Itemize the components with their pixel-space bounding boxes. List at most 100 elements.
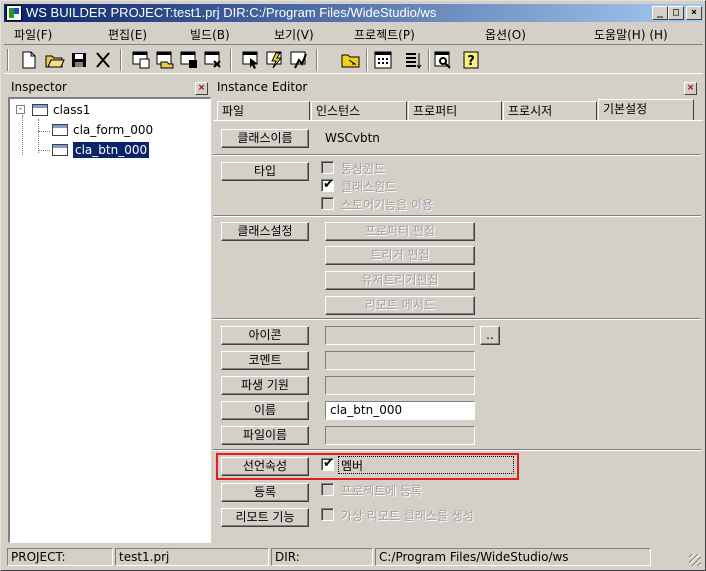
toolbar-separator — [316, 49, 318, 71]
declare-attribute-button[interactable]: 선언속성 — [221, 457, 309, 476]
menu-options[interactable]: 옵션(O) — [485, 26, 526, 43]
application-window: WS BUILDER PROJECT:test1.prj DIR:C:/Prog… — [0, 0, 706, 571]
maximize-button[interactable]: □ — [668, 6, 684, 20]
button-icon — [52, 144, 68, 156]
class-window-label: 클래스윈드 — [341, 180, 397, 194]
window-icon — [32, 104, 48, 116]
resize-grip-icon[interactable] — [689, 554, 701, 566]
tree-item-label: class1 — [53, 103, 91, 117]
close-button[interactable]: × — [686, 6, 702, 20]
tab-baseline — [213, 120, 703, 121]
tree-item-label: cla_form_000 — [73, 123, 154, 137]
store-function-checkbox[interactable] — [321, 197, 334, 210]
edit-trigger-button[interactable]: 트리거 편집 — [325, 246, 475, 265]
normal-window-label: 통상윈드 — [341, 162, 386, 176]
cut-scissors-icon[interactable] — [92, 49, 114, 71]
tree-collapse-icon[interactable]: - — [16, 105, 25, 114]
menu-file[interactable]: 파일(F) — [14, 26, 52, 43]
tab-basic-settings[interactable]: 기본설정 — [598, 99, 694, 121]
folder-open-icon[interactable] — [340, 49, 362, 71]
toolbar-separator — [120, 49, 122, 71]
open-folder-icon[interactable] — [44, 49, 66, 71]
status-dir-label: DIR: — [271, 548, 373, 566]
tab-procedure[interactable]: 프로시저 — [503, 101, 597, 121]
menu-project[interactable]: 프로젝트(P) — [354, 26, 415, 43]
register-project-label: 프로젝트에 등록 — [341, 484, 423, 498]
editor-close-icon[interactable]: × — [684, 82, 697, 95]
tree-item-label-selected: cla_btn_000 — [73, 142, 150, 158]
inspector-tree[interactable]: - class1 cla_form_000 cla_btn_000 — [8, 97, 211, 543]
select-arrow-icon[interactable] — [240, 49, 262, 71]
tree-item-class1[interactable]: class1 — [32, 101, 90, 119]
menu-bar: 파일(F) 편집(E) 빌드(B) 보기(V) 프로젝트(P) 옵션(O) 도움… — [4, 23, 703, 43]
status-project-value: test1.prj — [115, 548, 269, 566]
type-button[interactable]: 타입 — [221, 162, 309, 181]
toolbar-separator — [230, 49, 232, 71]
tab-file[interactable]: 파일 — [217, 101, 310, 121]
derived-origin-field[interactable] — [325, 376, 475, 395]
divider — [213, 318, 701, 320]
menu-help[interactable]: 도움말(H) (H) — [594, 26, 668, 43]
help-icon[interactable]: ? — [460, 49, 482, 71]
filename-field[interactable] — [325, 426, 475, 445]
register-project-checkbox[interactable] — [321, 483, 334, 496]
build-icon[interactable] — [264, 49, 286, 71]
tree-item-cla-form-000[interactable]: cla_form_000 — [52, 121, 153, 139]
derived-origin-button[interactable]: 파생 기원 — [221, 376, 309, 395]
list-icon[interactable] — [402, 49, 424, 71]
class-settings-button[interactable]: 클래스설정 — [221, 222, 309, 241]
comment-button[interactable]: 코멘트 — [221, 351, 309, 370]
window-title: WS BUILDER PROJECT:test1.prj DIR:C:/Prog… — [26, 5, 437, 20]
menu-edit[interactable]: 편집(E) — [108, 26, 147, 43]
divider — [213, 449, 701, 451]
new-file-icon[interactable] — [18, 49, 40, 71]
inspect-icon[interactable] — [432, 49, 454, 71]
menu-build[interactable]: 빌드(B) — [190, 26, 230, 43]
save-window-icon[interactable] — [178, 49, 200, 71]
tree-line — [38, 131, 50, 132]
member-checkbox[interactable]: ✔ — [321, 456, 334, 471]
divider — [213, 215, 701, 217]
close-window-icon[interactable] — [202, 49, 224, 71]
member-focus-rect — [338, 456, 514, 474]
remote-function-button[interactable]: 리모트 기능 — [221, 508, 309, 527]
open-window-icon[interactable] — [154, 49, 176, 71]
name-field[interactable]: cla_btn_000 — [325, 401, 475, 420]
save-disk-icon[interactable] — [68, 49, 90, 71]
virtual-remote-checkbox[interactable] — [321, 508, 334, 521]
icon-field[interactable] — [325, 326, 475, 345]
icon-button[interactable]: 아이콘 — [221, 326, 309, 345]
normal-window-checkbox[interactable] — [321, 161, 334, 174]
class-name-button[interactable]: 클래스이름 — [221, 129, 309, 148]
new-window-icon[interactable] — [130, 49, 152, 71]
register-button[interactable]: 등록 — [221, 483, 309, 502]
grid-icon[interactable] — [372, 49, 394, 71]
tab-property[interactable]: 프로퍼티 — [408, 101, 502, 121]
tree-line — [38, 119, 39, 153]
status-dir-value: C:/Program Files/WideStudio/ws — [375, 548, 651, 566]
tree-item-cla-btn-000[interactable]: cla_btn_000 — [52, 141, 150, 159]
member-label: 멤버 — [341, 459, 364, 473]
filename-button[interactable]: 파일이름 — [221, 426, 309, 445]
minimize-button[interactable]: _ — [652, 6, 668, 20]
toolbar: ? — [4, 44, 703, 74]
toolbar-separator — [428, 49, 430, 71]
inspector-close-icon[interactable]: × — [195, 82, 208, 95]
toolbar-grip — [7, 49, 9, 71]
remote-method-button[interactable]: 리모트 메서드 — [325, 296, 475, 315]
title-bar[interactable]: WS BUILDER PROJECT:test1.prj DIR:C:/Prog… — [4, 4, 703, 22]
tree-line — [38, 150, 50, 151]
name-button[interactable]: 이름 — [221, 401, 309, 420]
icon-browse-button[interactable]: .. — [480, 326, 500, 345]
class-window-checkbox[interactable]: ✔ — [321, 177, 334, 192]
tab-instance[interactable]: 인스턴스 — [311, 101, 407, 121]
edit-user-trigger-button[interactable]: 유저트리거편집 — [325, 271, 475, 290]
virtual-remote-label: 가상 리모트 클래스를 생성 — [341, 509, 474, 523]
edit-property-button[interactable]: 프로퍼티 편집 — [325, 222, 475, 241]
comment-field[interactable] — [325, 351, 475, 370]
run-icon[interactable] — [288, 49, 310, 71]
menu-view[interactable]: 보기(V) — [274, 26, 314, 43]
divider — [213, 154, 701, 156]
inspector-title: Inspector — [11, 80, 67, 94]
class-name-value: WSCvbtn — [325, 131, 380, 145]
